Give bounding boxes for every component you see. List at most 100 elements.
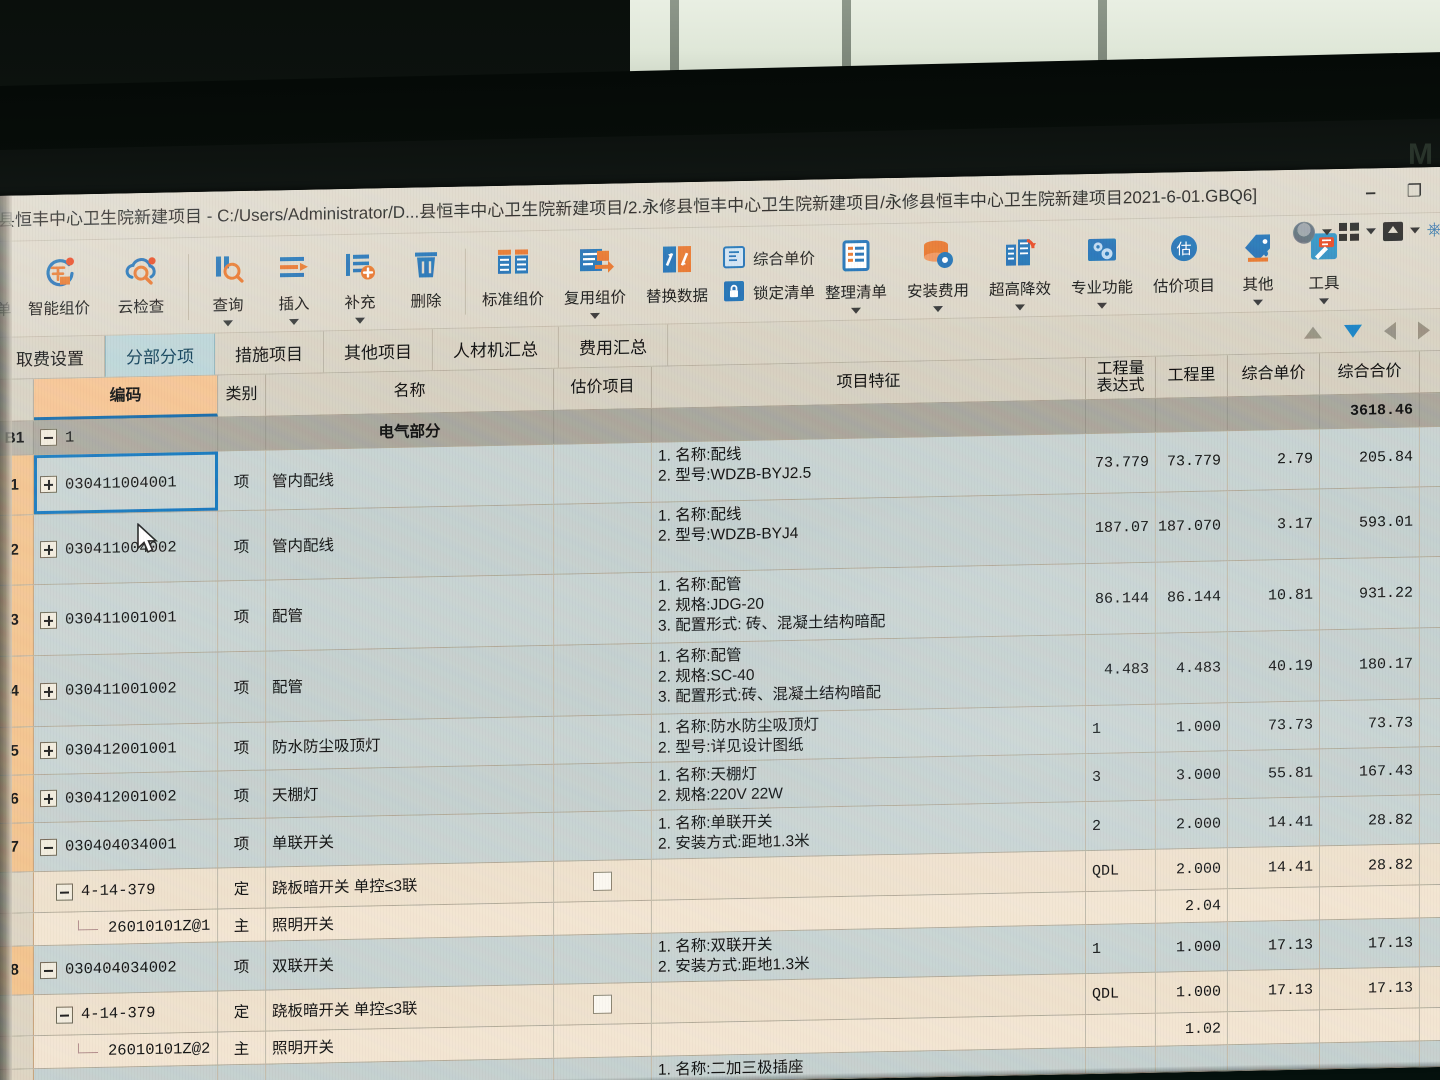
ribbon-button-smart-pricing[interactable]: 智能组价 [18, 246, 100, 320]
row-code-cell[interactable]: 26010101Z@2 [34, 1032, 218, 1069]
height-derating-chevron-down-icon[interactable] [1015, 304, 1026, 311]
expand-icon[interactable] [40, 741, 57, 760]
pro-function-chevron-down-icon[interactable] [1097, 302, 1108, 309]
ribbon-button-composite-unit-price[interactable]: 综合单价 [722, 244, 815, 274]
cloud-check-icon [121, 249, 161, 294]
ribbon-button-reuse-pricing[interactable]: 复用组价 [554, 235, 636, 320]
arrow-left-icon[interactable] [1384, 321, 1396, 340]
row-code-cell[interactable]: 4-14-379 [34, 868, 218, 913]
query-chevron-down-icon[interactable] [223, 320, 233, 327]
ribbon-button-standard-pricing[interactable]: 标准组价 [472, 237, 554, 311]
ribbon-button-height-derating[interactable]: 超高降效 [979, 227, 1061, 312]
ribbon-button-estimate-project[interactable]: 估 估价项目 [1143, 223, 1225, 297]
row-quantity: 4.483 [1156, 632, 1228, 704]
row-code-cell[interactable]: 26010101Z@1 [34, 909, 218, 946]
tab-other-items[interactable]: 其他项目 [324, 329, 433, 373]
estimate-checkbox[interactable] [593, 871, 612, 891]
tab-cost-summary[interactable]: 费用汇总 [559, 324, 668, 368]
standard-pricing-icon [493, 241, 533, 286]
expand-icon[interactable] [40, 540, 57, 559]
grid-header-unit-price[interactable]: 综合单价 [1228, 353, 1320, 397]
apps-chevron-down-icon[interactable] [1365, 228, 1376, 235]
estimate-checkbox[interactable] [593, 994, 612, 1014]
other-chevron-down-icon[interactable] [1253, 299, 1264, 306]
row-code-cell[interactable]: 030412001001 [34, 723, 218, 775]
row-total-price: 28.82 [1320, 844, 1420, 887]
row-code: 4-14-379 [81, 1003, 156, 1024]
row-quantity: 1.000 [1156, 922, 1228, 972]
ribbon-button-replace-data[interactable]: 替换数据 [636, 234, 718, 308]
app-grid-icon[interactable] [1338, 222, 1359, 242]
expand-icon[interactable] [40, 611, 57, 629]
grid-header-quantity-expression[interactable]: 工程量 表达式 [1086, 356, 1156, 400]
row-code-cell[interactable]: 030411001002 [34, 652, 218, 727]
supplement-chevron-down-icon[interactable] [355, 317, 365, 324]
minimize-button[interactable]: – [1365, 182, 1376, 204]
ribbon-button-supplement[interactable]: 补充 [327, 240, 393, 324]
row-code-cell[interactable]: 030411001001 [34, 581, 218, 656]
row-unit-price: 40.19 [1228, 630, 1320, 703]
row-code-cell-selected[interactable]: 030411004001 [34, 451, 218, 515]
upload-chevron-down-icon[interactable] [1409, 227, 1420, 234]
grid-header-estimate-project[interactable]: 估价项目 [554, 366, 652, 410]
row-code-cell[interactable]: 030404034002 [34, 942, 218, 995]
organize-list-chevron-down-icon[interactable] [851, 307, 862, 314]
row-feature: 1. 名称:单联开关 2. 安装方式:距地1.3米 [652, 802, 1086, 859]
row-code-cell[interactable]: 4-14-379 [34, 991, 218, 1036]
ribbon-button-insert[interactable]: 插入 [261, 241, 327, 326]
arrow-right-icon[interactable] [1418, 320, 1430, 339]
ribbon-button-pro-function[interactable]: 专业功能 [1061, 225, 1143, 310]
row-unit-price [1228, 887, 1320, 922]
ribbon-button-lock-list[interactable]: 锁定清单 [722, 278, 815, 308]
row-code-cell[interactable]: 030411004002 [34, 511, 218, 585]
tab-division-items[interactable]: 分部分项 [105, 333, 215, 377]
grid-header-total-price[interactable]: 综合合价 [1320, 351, 1420, 395]
row-estimate[interactable] [554, 982, 652, 1025]
avatar-chevron-down-icon[interactable] [1321, 229, 1332, 236]
row-estimate [554, 502, 652, 574]
ribbon-button-install-cost[interactable]: 安装费用 [897, 228, 979, 313]
ribbon-button-query[interactable]: 查询 [195, 243, 261, 327]
row-expression [1086, 1013, 1156, 1048]
insert-chevron-down-icon[interactable] [289, 318, 299, 326]
ribbon-button-other[interactable]: 其他 [1225, 222, 1291, 306]
row-estimate[interactable] [554, 859, 652, 902]
grid-header-name[interactable]: 名称 [266, 368, 554, 416]
install-cost-chevron-down-icon[interactable] [933, 305, 944, 313]
grid-header-code[interactable]: 编码 [34, 375, 218, 421]
collapse-icon[interactable] [56, 882, 73, 901]
collapse-icon[interactable] [40, 838, 57, 856]
tab-labor-material-machine[interactable]: 人材机汇总 [433, 326, 559, 371]
tab-measure-items[interactable]: 措施项目 [215, 331, 324, 375]
row-quantity: 2.000 [1156, 799, 1228, 849]
ribbon-label-height-derating: 超高降效 [989, 280, 1052, 300]
grid-header-quantity[interactable]: 工程里 [1156, 355, 1228, 398]
row-code-cell[interactable]: 030404034001 [34, 819, 218, 872]
user-avatar-icon[interactable] [1292, 221, 1315, 244]
expand-icon[interactable] [40, 789, 57, 808]
collapse-icon[interactable] [56, 1005, 73, 1024]
tools-chevron-down-icon[interactable] [1319, 298, 1330, 305]
collapse-icon[interactable] [40, 428, 57, 447]
ribbon-button-organize-list[interactable]: 整理清单 [815, 230, 897, 315]
grid-header-category[interactable]: 类别 [218, 374, 266, 417]
row-code-cell[interactable]: 1 [34, 417, 218, 455]
expand-icon[interactable] [40, 475, 57, 494]
restore-button[interactable]: ❐ [1407, 181, 1422, 201]
row-unit-price: 10.81 [1228, 559, 1320, 632]
reuse-pricing-chevron-down-icon[interactable] [590, 312, 600, 320]
tab-fee-settings[interactable]: 取费设置 [0, 335, 105, 379]
row-code: 030411004001 [65, 472, 177, 494]
upload-icon[interactable] [1382, 221, 1403, 241]
ribbon-button-cloud-check[interactable]: 云检查 [100, 244, 182, 318]
row-code-cell[interactable]: 030412001002 [34, 771, 218, 823]
arrow-up-icon[interactable] [1304, 325, 1322, 339]
expand-icon[interactable] [40, 682, 57, 700]
row-total-price [1320, 1008, 1420, 1043]
row-code-cell[interactable] [34, 1065, 218, 1080]
grid-header-feature[interactable]: 项目特征 [652, 358, 1086, 408]
headset-icon[interactable]: ⎈ [1427, 219, 1440, 241]
collapse-icon[interactable] [40, 961, 57, 979]
ribbon-button-delete[interactable]: 删除 [393, 239, 459, 312]
arrow-down-icon[interactable] [1344, 324, 1362, 338]
